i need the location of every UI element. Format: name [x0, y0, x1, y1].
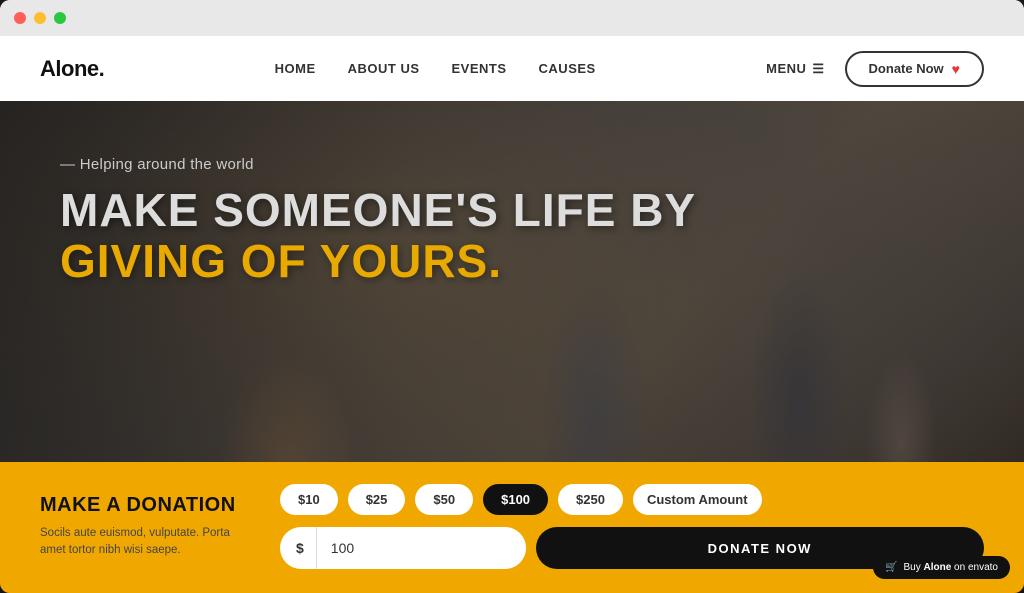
heart-icon: ♥	[952, 61, 960, 77]
nav-right: MENU ☰ Donate Now ♥	[766, 51, 984, 87]
donation-description: Socils aute euismod, vulputate. Porta am…	[40, 525, 240, 560]
nav-link-causes[interactable]: CAUSES	[539, 61, 596, 76]
nav-item-home[interactable]: HOME	[275, 60, 316, 78]
cart-icon: 🛒	[885, 562, 897, 573]
amount-button-25[interactable]: $25	[348, 484, 406, 515]
donate-now-nav-button[interactable]: Donate Now ♥	[845, 51, 984, 87]
amount-button-custom[interactable]: Custom Amount	[633, 484, 762, 515]
nav-link-about[interactable]: ABOUT US	[348, 61, 420, 76]
amount-button-250[interactable]: $250	[558, 484, 623, 515]
nav-item-about[interactable]: ABOUT US	[348, 60, 420, 78]
hero-title-line2: GIVING OF YOURS.	[60, 236, 964, 287]
logo: Alone.	[40, 56, 104, 82]
donation-title: MAKE A DONATION	[40, 494, 250, 517]
hero-section: Helping around the world MAKE SOMEONE'S …	[0, 36, 1024, 593]
amount-input-wrapper: $	[280, 527, 526, 569]
nav-links: HOME ABOUT US EVENTS CAUSES	[275, 60, 596, 78]
hero-subtitle: Helping around the world	[60, 156, 964, 173]
nav-item-events[interactable]: EVENTS	[452, 60, 507, 78]
amount-input[interactable]	[317, 540, 526, 556]
menu-button[interactable]: MENU ☰	[766, 61, 824, 77]
currency-symbol: $	[280, 527, 317, 569]
amount-buttons-row: $10 $25 $50 $100 $250 Custom Amount	[280, 484, 984, 515]
nav-link-home[interactable]: HOME	[275, 61, 316, 76]
nav-link-events[interactable]: EVENTS	[452, 61, 507, 76]
page-content: Alone. HOME ABOUT US EVENTS CAUSES MENU	[0, 36, 1024, 593]
envato-brand: Alone	[924, 562, 952, 573]
close-dot[interactable]	[14, 12, 26, 24]
navbar: Alone. HOME ABOUT US EVENTS CAUSES MENU	[0, 36, 1024, 101]
donation-panel: MAKE A DONATION Socils aute euismod, vul…	[0, 462, 1024, 593]
amount-button-100[interactable]: $100	[483, 484, 548, 515]
donate-label: Donate Now	[869, 61, 944, 76]
maximize-dot[interactable]	[54, 12, 66, 24]
amount-button-50[interactable]: $50	[415, 484, 473, 515]
hero-title-line1: MAKE SOMEONE'S LIFE BY	[60, 185, 964, 236]
minimize-dot[interactable]	[34, 12, 46, 24]
menu-label: MENU	[766, 61, 806, 76]
donation-info: MAKE A DONATION Socils aute euismod, vul…	[40, 494, 250, 560]
hamburger-icon: ☰	[812, 61, 824, 77]
amount-button-10[interactable]: $10	[280, 484, 338, 515]
browser-bar	[0, 0, 1024, 36]
browser-window: Alone. HOME ABOUT US EVENTS CAUSES MENU	[0, 0, 1024, 593]
nav-item-causes[interactable]: CAUSES	[539, 60, 596, 78]
envato-text: Buy Alone on envato	[903, 562, 998, 573]
envato-badge[interactable]: 🛒 Buy Alone on envato	[873, 556, 1010, 579]
